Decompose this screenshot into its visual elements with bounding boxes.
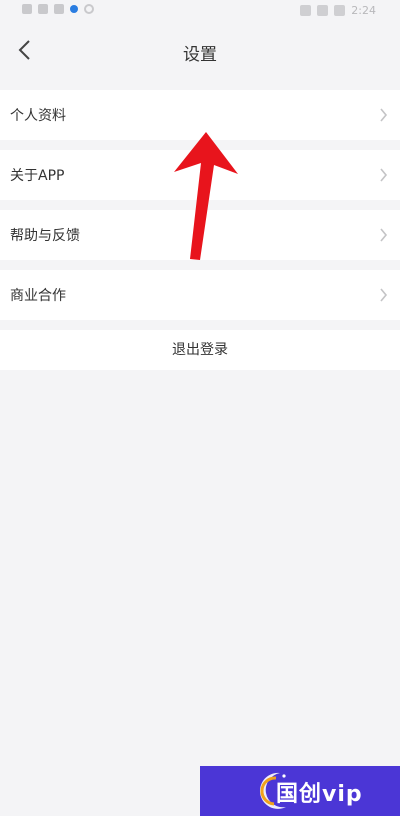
settings-list: 个人资料 关于APP 帮助与反馈 商业合作 <box>0 90 400 330</box>
settings-item-label: 商业合作 <box>10 288 66 304</box>
settings-item-help-feedback[interactable]: 帮助与反馈 <box>0 210 400 260</box>
settings-item-profile[interactable]: 个人资料 <box>0 90 400 140</box>
alarm-icon <box>300 5 312 16</box>
silent-icon <box>317 5 329 16</box>
status-notifications <box>22 4 94 14</box>
notification-dot-icon <box>70 5 78 13</box>
status-bar: 2:24 <box>0 0 400 24</box>
logout-button[interactable]: 退出登录 <box>0 330 400 370</box>
chevron-right-icon <box>380 108 388 122</box>
notification-icon <box>54 4 64 14</box>
header: 设置 <box>0 24 400 86</box>
chevron-right-icon <box>380 168 388 182</box>
chevron-right-icon <box>380 288 388 302</box>
watermark-text: 国创vip <box>276 782 363 807</box>
chevron-right-icon <box>380 228 388 242</box>
settings-item-label: 关于APP <box>10 168 65 184</box>
status-time: 2:24 <box>351 4 376 17</box>
settings-item-label: 帮助与反馈 <box>10 228 80 244</box>
notification-icon <box>38 4 48 14</box>
status-system: 2:24 <box>300 4 376 17</box>
page-title: 设置 <box>183 45 217 65</box>
notification-icon <box>22 4 32 14</box>
settings-item-business[interactable]: 商业合作 <box>0 270 400 320</box>
watermark-logo: 国创vip <box>200 766 400 816</box>
notification-circle-icon <box>84 4 94 14</box>
battery-icon <box>334 5 346 16</box>
settings-item-label: 个人资料 <box>10 108 66 124</box>
settings-item-about-app[interactable]: 关于APP <box>0 150 400 200</box>
